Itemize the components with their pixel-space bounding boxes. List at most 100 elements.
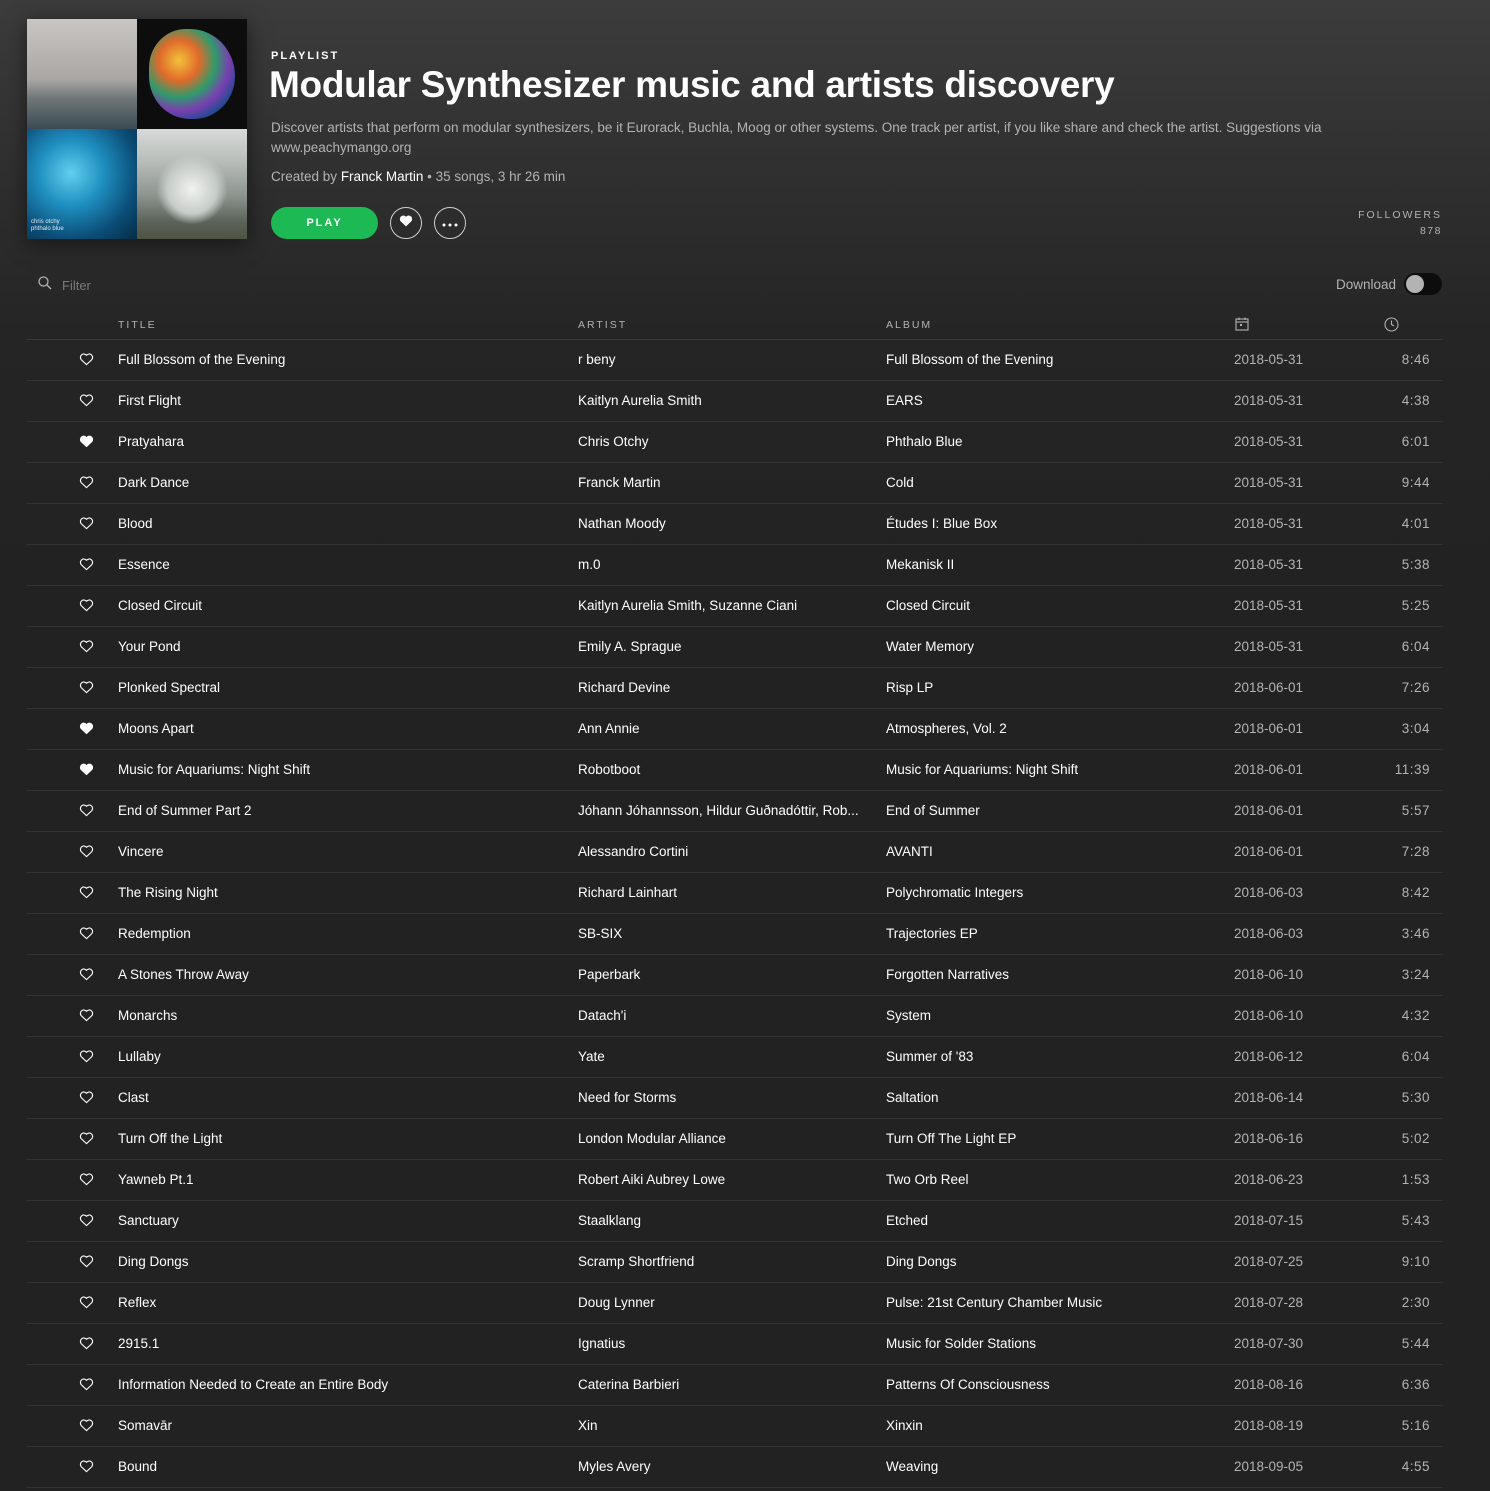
track-artist[interactable]: Chris Otchy: [578, 434, 873, 449]
heart-icon[interactable]: [79, 352, 95, 368]
track-album[interactable]: Mekanisk II: [886, 557, 1216, 572]
track-album[interactable]: Polychromatic Integers: [886, 885, 1216, 900]
track-row[interactable]: Ding Dongs Scramp Shortfriend Ding Dongs 20…: [27, 1242, 1443, 1283]
track-row[interactable]: Lullaby Yate Summer of '83 2018-06-12 6:04: [27, 1037, 1443, 1078]
track-album[interactable]: Turn Off The Light EP: [886, 1131, 1216, 1146]
track-artist[interactable]: SB-SIX: [578, 926, 873, 941]
calendar-icon[interactable]: [1235, 317, 1249, 334]
track-row[interactable]: Turn Off the Light London Modular Allianc…: [27, 1119, 1443, 1160]
heart-icon[interactable]: [79, 926, 95, 942]
heart-icon[interactable]: [79, 557, 95, 573]
track-row[interactable]: Yawneb Pt.1 Robert Aiki Aubrey Lowe Two Or…: [27, 1160, 1443, 1201]
track-title[interactable]: Monarchs: [118, 1008, 558, 1023]
heart-icon[interactable]: [79, 803, 95, 819]
heart-icon[interactable]: [79, 885, 95, 901]
track-artist[interactable]: Staalklang: [578, 1213, 873, 1228]
track-album[interactable]: Summer of '83: [886, 1049, 1216, 1064]
heart-icon[interactable]: [79, 1295, 95, 1311]
track-artist[interactable]: r beny: [578, 352, 873, 367]
track-album[interactable]: Music for Solder Stations: [886, 1336, 1216, 1351]
heart-icon[interactable]: [79, 639, 95, 655]
track-artist[interactable]: Jóhann Jóhannsson, Hildur Guðnadóttir, R…: [578, 803, 873, 818]
track-title[interactable]: Dark Dance: [118, 475, 558, 490]
track-album[interactable]: Etched: [886, 1213, 1216, 1228]
track-album[interactable]: Weaving: [886, 1459, 1216, 1474]
track-title[interactable]: Bound: [118, 1459, 558, 1474]
playlist-cover[interactable]: chris otchy phthalo blue: [27, 19, 247, 239]
track-album[interactable]: Cold: [886, 475, 1216, 490]
track-row[interactable]: Somavār Xin Xinxin 2018-08-19 5:16: [27, 1406, 1443, 1447]
track-album[interactable]: Trajectories EP: [886, 926, 1216, 941]
heart-icon[interactable]: [79, 1336, 95, 1352]
track-row[interactable]: Closed Circuit Kaitlyn Aurelia Smith, Suz…: [27, 586, 1443, 627]
heart-filled-icon[interactable]: [79, 434, 95, 450]
track-album[interactable]: Forgotten Narratives: [886, 967, 1216, 982]
heart-icon[interactable]: [79, 1131, 95, 1147]
track-album[interactable]: Pulse: 21st Century Chamber Music: [886, 1295, 1216, 1310]
track-title[interactable]: Ding Dongs: [118, 1254, 558, 1269]
track-title[interactable]: First Flight: [118, 393, 558, 408]
track-row[interactable]: 2915.1 Ignatius Music for Solder Stations 2…: [27, 1324, 1443, 1365]
track-title[interactable]: Plonked Spectral: [118, 680, 558, 695]
track-album[interactable]: Music for Aquariums: Night Shift: [886, 762, 1216, 777]
heart-icon[interactable]: [79, 680, 95, 696]
track-artist[interactable]: Ignatius: [578, 1336, 873, 1351]
track-row[interactable]: Clast Need for Storms Saltation 2018-06-14 5…: [27, 1078, 1443, 1119]
track-artist[interactable]: Kaitlyn Aurelia Smith: [578, 393, 873, 408]
track-album[interactable]: Études I: Blue Box: [886, 516, 1216, 531]
heart-icon[interactable]: [79, 598, 95, 614]
track-row[interactable]: Full Blossom of the Evening r beny Full Bl…: [27, 340, 1443, 381]
heart-icon[interactable]: [79, 1459, 95, 1475]
track-row[interactable]: Pratyahara Chris Otchy Phthalo Blue 2018-05…: [27, 422, 1443, 463]
track-row[interactable]: Sanctuary Staalklang Etched 2018-07-15 5:43: [27, 1201, 1443, 1242]
track-title[interactable]: Information Needed to Create an Entire B…: [118, 1377, 558, 1392]
track-row[interactable]: Plonked Spectral Richard Devine Risp LP 201…: [27, 668, 1443, 709]
track-title[interactable]: Vincere: [118, 844, 558, 859]
track-artist[interactable]: Myles Avery: [578, 1459, 873, 1474]
track-album[interactable]: Xinxin: [886, 1418, 1216, 1433]
track-row[interactable]: Essence m.0 Mekanisk II 2018-05-31 5:38: [27, 545, 1443, 586]
track-album[interactable]: Water Memory: [886, 639, 1216, 654]
heart-icon[interactable]: [79, 1008, 95, 1024]
track-album[interactable]: System: [886, 1008, 1216, 1023]
track-title[interactable]: End of Summer Part 2: [118, 803, 558, 818]
track-artist[interactable]: Scramp Shortfriend: [578, 1254, 873, 1269]
heart-icon[interactable]: [79, 1377, 95, 1393]
track-title[interactable]: Clast: [118, 1090, 558, 1105]
track-artist[interactable]: Kaitlyn Aurelia Smith, Suzanne Ciani: [578, 598, 873, 613]
heart-icon[interactable]: [79, 1049, 95, 1065]
track-title[interactable]: The Rising Night: [118, 885, 558, 900]
track-album[interactable]: Ding Dongs: [886, 1254, 1216, 1269]
heart-icon[interactable]: [79, 1418, 95, 1434]
track-row[interactable]: Music for Aquariums: Night Shift Robotboo…: [27, 750, 1443, 791]
column-header-title[interactable]: TITLE: [118, 319, 157, 331]
track-artist[interactable]: Alessandro Cortini: [578, 844, 873, 859]
track-title[interactable]: 2915.1: [118, 1336, 558, 1351]
clock-icon[interactable]: [1384, 317, 1399, 335]
track-title[interactable]: Redemption: [118, 926, 558, 941]
track-title[interactable]: Blood: [118, 516, 558, 531]
track-album[interactable]: Full Blossom of the Evening: [886, 352, 1216, 367]
track-artist[interactable]: Robotboot: [578, 762, 873, 777]
filter-input[interactable]: [62, 278, 182, 293]
track-row[interactable]: A Stones Throw Away Paperbark Forgotten Na…: [27, 955, 1443, 996]
track-album[interactable]: Two Orb Reel: [886, 1172, 1216, 1187]
track-row[interactable]: Moons Apart Ann Annie Atmospheres, Vol. 2 2…: [27, 709, 1443, 750]
track-title[interactable]: Pratyahara: [118, 434, 558, 449]
track-artist[interactable]: Xin: [578, 1418, 873, 1433]
track-album[interactable]: Atmospheres, Vol. 2: [886, 721, 1216, 736]
track-artist[interactable]: Caterina Barbieri: [578, 1377, 873, 1392]
track-artist[interactable]: Doug Lynner: [578, 1295, 873, 1310]
more-options-button[interactable]: [434, 207, 466, 239]
track-row[interactable]: Redemption SB-SIX Trajectories EP 2018-06-0…: [27, 914, 1443, 955]
track-artist[interactable]: London Modular Alliance: [578, 1131, 873, 1146]
track-row[interactable]: Vincere Alessandro Cortini AVANTI 2018-06-0…: [27, 832, 1443, 873]
track-title[interactable]: Yawneb Pt.1: [118, 1172, 558, 1187]
track-title[interactable]: Lullaby: [118, 1049, 558, 1064]
track-artist[interactable]: Robert Aiki Aubrey Lowe: [578, 1172, 873, 1187]
track-row[interactable]: Blood Nathan Moody Études I: Blue Box 2018-…: [27, 504, 1443, 545]
track-artist[interactable]: Franck Martin: [578, 475, 873, 490]
heart-icon[interactable]: [79, 967, 95, 983]
download-toggle[interactable]: [1404, 273, 1442, 295]
heart-icon[interactable]: [79, 844, 95, 860]
